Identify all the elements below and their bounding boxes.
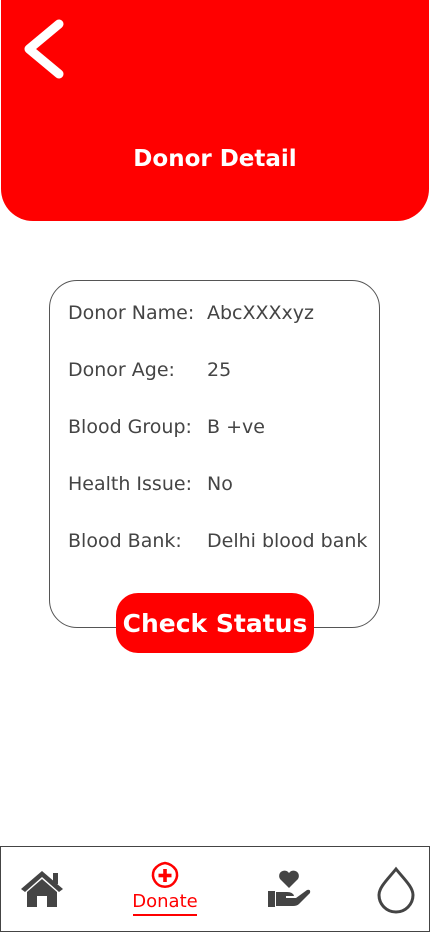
blood-group-value: B +ve [207,416,265,438]
nav-home[interactable] [15,847,69,931]
nav-blood[interactable] [373,847,419,931]
blood-bank-value: Delhi blood bank [207,530,368,552]
donor-name-label: Donor Name: [68,302,195,324]
nav-donate-label: Donate [132,891,198,912]
donor-name-value: AbcXXXxyz [207,302,315,324]
donor-name-row: Donor Name: AbcXXXxyz [68,302,314,324]
health-issue-row: Health Issue: No [68,473,233,495]
nav-donate[interactable]: Donate [131,847,199,931]
check-status-button[interactable]: Check Status [116,593,314,653]
hand-heart-icon [268,870,311,907]
blood-bank-label: Blood Bank: [68,530,182,552]
home-icon [21,871,63,907]
donor-age-row: Donor Age: 25 [68,359,231,381]
blood-drop-icon [377,866,415,914]
blood-bank-row: Blood Bank: Delhi blood bank [68,530,367,552]
health-issue-value: No [207,473,233,495]
nav-care[interactable] [263,847,317,931]
donor-age-value: 25 [207,359,232,381]
header: Donor Detail [1,0,429,221]
blood-group-label: Blood Group: [68,416,192,438]
active-underline [133,914,197,916]
donor-age-label: Donor Age: [68,359,175,381]
page-title: Donor Detail [133,146,297,172]
plus-drop-icon [151,861,179,888]
donor-detail-card: Donor Name: AbcXXXxyz Donor Age: 25 Blood … [49,280,380,628]
chevron-left-icon [24,19,64,79]
bottom-nav: Donate [0,846,430,932]
health-issue-label: Health Issue: [68,473,192,495]
back-button[interactable] [19,18,71,80]
blood-group-row: Blood Group: B +ve [68,416,265,438]
